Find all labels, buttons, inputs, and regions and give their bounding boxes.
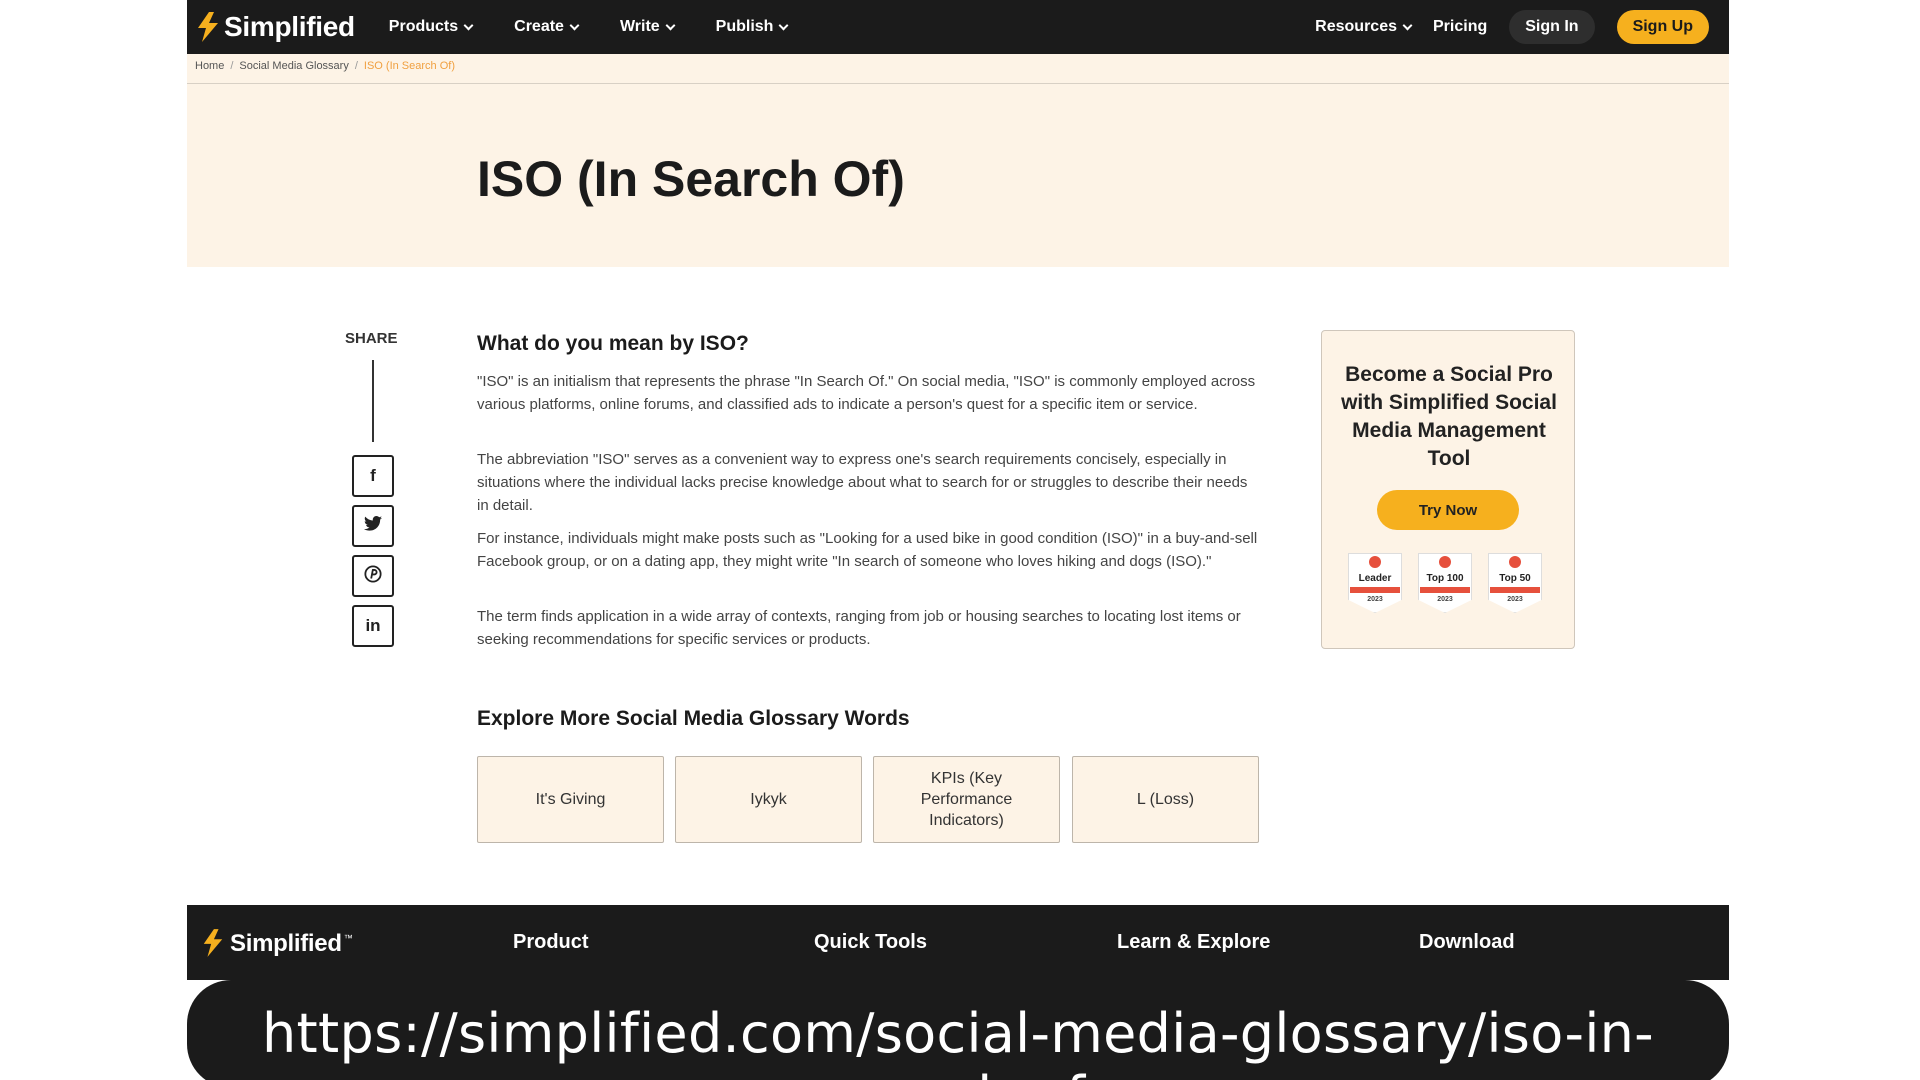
nav-create[interactable]: Create	[514, 18, 580, 36]
breadcrumb-home[interactable]: Home	[195, 60, 224, 72]
g2-logo-icon	[1509, 556, 1521, 568]
badge-label: Top 100	[1426, 573, 1464, 584]
g2-logo-icon	[1369, 556, 1381, 568]
glossary-card[interactable]: Iykyk	[675, 756, 862, 843]
facebook-icon: f	[370, 466, 376, 485]
try-now-button[interactable]: Try Now	[1377, 490, 1519, 530]
url-banner: https://simplified.com/social-media-glos…	[187, 980, 1729, 1080]
glossary-card[interactable]: It's Giving	[477, 756, 664, 843]
badge-stripe	[1490, 587, 1540, 593]
share-divider	[372, 360, 374, 442]
brand-name: Simplified	[224, 11, 355, 42]
nav-resources-label: Resources	[1315, 18, 1397, 35]
article-paragraph: The abbreviation "ISO" serves as a conve…	[477, 451, 1248, 514]
sign-up-button[interactable]: Sign Up	[1616, 10, 1709, 44]
nav-write-label: Write	[619, 18, 660, 35]
footer-link-download[interactable]: Download	[1419, 931, 1515, 954]
chevron-down-icon	[569, 20, 580, 30]
breadcrumb-divider	[187, 83, 1729, 84]
nav-actions: Resources Pricing Sign In Sign Up	[1315, 10, 1709, 44]
g2-badge: Top 100 2023	[1418, 553, 1472, 613]
facebook-share-button[interactable]: f	[352, 455, 394, 497]
nav-products[interactable]: Products	[388, 18, 474, 36]
badge-year: 2023	[1367, 596, 1383, 603]
trademark-mark: ™	[343, 933, 353, 943]
promo-card: Become a Social Pro with Simplified Soci…	[1321, 330, 1575, 649]
g2-badge: Top 50 2023	[1488, 553, 1542, 613]
badge-label: Top 50	[1499, 573, 1531, 584]
page-title: ISO (In Search Of)	[477, 151, 905, 207]
glossary-card[interactable]: L (Loss)	[1072, 756, 1259, 843]
nav-resources[interactable]: Resources	[1315, 18, 1413, 36]
nav-create-label: Create	[514, 18, 564, 35]
article-heading: What do you mean by ISO?	[477, 332, 749, 355]
article-paragraph: For instance, individuals might make pos…	[477, 530, 1258, 570]
twitter-share-button[interactable]	[352, 505, 394, 547]
top-navbar: Simplified Products Create Write Publish…	[187, 0, 1729, 54]
article-paragraph: "ISO" is an initialism that represents t…	[477, 373, 1256, 413]
lightning-icon	[195, 12, 221, 42]
footer: Simplified ™ Product Quick Tools Learn &…	[187, 905, 1729, 980]
explore-heading: Explore More Social Media Glossary Words	[477, 707, 910, 730]
chevron-down-icon	[1402, 20, 1413, 30]
article-paragraph: The term finds application in a wide arr…	[477, 608, 1241, 648]
pinterest-icon	[364, 564, 382, 588]
breadcrumb-separator: /	[354, 60, 358, 72]
badge-year: 2023	[1507, 596, 1523, 603]
badge-stripe	[1350, 587, 1400, 593]
share-label: SHARE	[345, 330, 398, 347]
badge-label: Leader	[1358, 573, 1392, 584]
g2-logo-icon	[1439, 556, 1451, 568]
nav-pricing[interactable]: Pricing	[1433, 18, 1487, 36]
nav-publish[interactable]: Publish	[715, 18, 789, 36]
breadcrumb-section[interactable]: Social Media Glossary	[239, 60, 348, 72]
g2-badge: Leader 2023	[1348, 553, 1402, 613]
page-frame: Simplified Products Create Write Publish…	[187, 0, 1729, 1080]
badge-year: 2023	[1437, 596, 1453, 603]
hero-section: Home / Social Media Glossary / ISO (In S…	[187, 54, 1729, 267]
nav-products-label: Products	[388, 18, 459, 35]
footer-logo[interactable]: Simplified ™	[201, 929, 353, 959]
badge-stripe	[1420, 587, 1470, 593]
sign-in-button[interactable]: Sign In	[1509, 10, 1595, 44]
lightning-icon	[201, 929, 227, 959]
twitter-icon	[364, 516, 382, 536]
breadcrumb: Home / Social Media Glossary / ISO (In S…	[195, 60, 455, 72]
nav-write[interactable]: Write	[619, 18, 676, 36]
nav-menu: Products Create Write Publish	[388, 18, 789, 36]
footer-link-quick-tools[interactable]: Quick Tools	[814, 931, 927, 954]
chevron-down-icon	[463, 20, 474, 30]
linkedin-icon: in	[365, 616, 381, 635]
breadcrumb-separator: /	[230, 60, 234, 72]
chevron-down-icon	[665, 20, 676, 30]
page-url: https://simplified.com/social-media-glos…	[262, 1002, 1654, 1080]
promo-title: Become a Social Pro with Simplified Soci…	[1341, 363, 1557, 470]
breadcrumb-current: ISO (In Search Of)	[363, 60, 455, 72]
footer-link-product[interactable]: Product	[513, 931, 589, 954]
pinterest-share-button[interactable]	[352, 555, 394, 597]
glossary-card[interactable]: KPIs (Key Performance Indicators)	[873, 756, 1060, 843]
brand-logo[interactable]: Simplified	[195, 0, 355, 54]
linkedin-share-button[interactable]: in	[352, 605, 394, 647]
footer-brand-name: Simplified	[230, 930, 342, 957]
chevron-down-icon	[779, 20, 789, 30]
nav-publish-label: Publish	[715, 18, 774, 35]
footer-link-learn-explore[interactable]: Learn & Explore	[1117, 931, 1270, 954]
